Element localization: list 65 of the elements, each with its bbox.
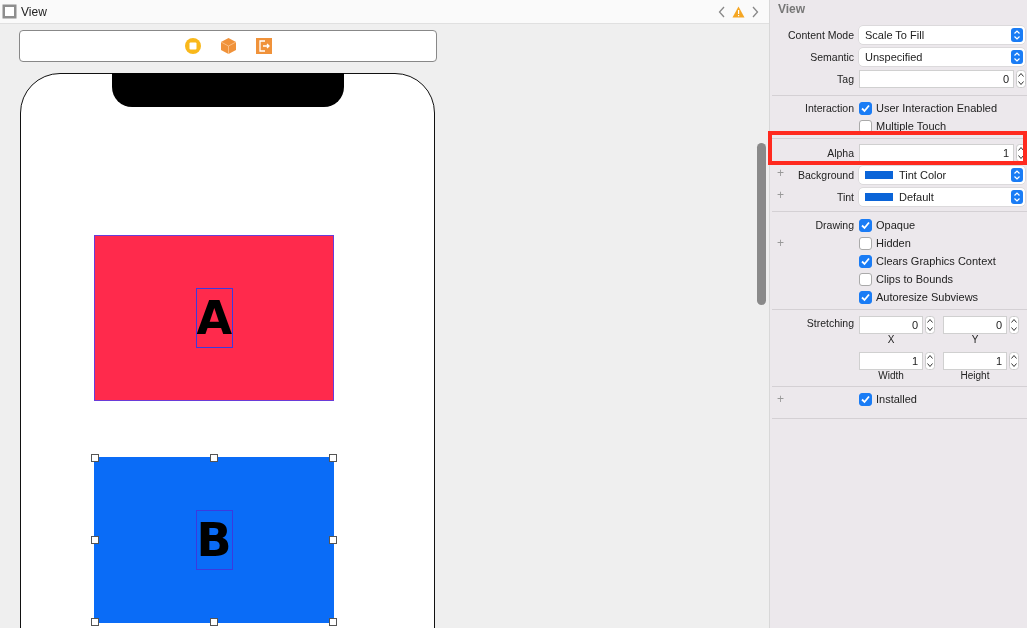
colored-view[interactable]: A bbox=[94, 235, 334, 401]
popup-arrows-icon bbox=[1011, 28, 1023, 42]
checkmark-icon bbox=[860, 102, 871, 114]
scrollbar-thumb[interactable] bbox=[757, 143, 766, 305]
color-swatch bbox=[865, 171, 893, 179]
checkbox[interactable]: User Interaction Enabled bbox=[859, 99, 998, 117]
popup-arrows-icon bbox=[1011, 168, 1023, 182]
resize-handle[interactable] bbox=[210, 618, 218, 626]
checkbox[interactable]: Multiple Touch bbox=[859, 117, 947, 135]
editor-title: View bbox=[21, 4, 47, 19]
checkbox[interactable]: Hidden bbox=[859, 234, 911, 252]
property-label: Drawing bbox=[815, 219, 854, 231]
property-label: Stretching bbox=[806, 317, 854, 329]
property-label: Semantic bbox=[810, 51, 854, 63]
property-label: Alpha bbox=[827, 147, 854, 159]
checkbox[interactable]: Installed bbox=[859, 390, 917, 408]
popup-button[interactable]: Unspecified bbox=[859, 48, 1025, 66]
popup-arrows-icon bbox=[1011, 190, 1023, 204]
color-swatch bbox=[865, 193, 893, 201]
number-field[interactable]: 0 bbox=[859, 70, 1014, 88]
checkbox[interactable]: Clears Graphics Context bbox=[859, 252, 996, 270]
popup-button[interactable]: Default bbox=[859, 188, 1025, 206]
checkbox[interactable]: Clips to Bounds bbox=[859, 270, 954, 288]
checkmark-icon bbox=[860, 393, 871, 405]
field-caption: Height bbox=[959, 370, 991, 382]
property-label: Tint bbox=[836, 191, 854, 203]
inspector-title: View bbox=[777, 1, 807, 18]
property-label: Content Mode bbox=[788, 29, 854, 41]
colored-view[interactable]: B bbox=[94, 457, 334, 623]
checkmark-icon bbox=[860, 255, 871, 267]
resize-handle[interactable] bbox=[329, 454, 337, 462]
property-label: Tag bbox=[837, 73, 854, 85]
resize-handle[interactable] bbox=[91, 454, 99, 462]
popup-button[interactable]: Tint Color bbox=[859, 166, 1025, 184]
property-label: Interaction bbox=[804, 102, 854, 114]
resize-handle[interactable] bbox=[329, 536, 337, 544]
number-field[interactable]: 1 bbox=[859, 352, 923, 370]
checkbox[interactable]: Opaque bbox=[859, 216, 916, 234]
field-caption: Y bbox=[970, 334, 980, 346]
number-field[interactable]: 0 bbox=[943, 316, 1007, 334]
number-field[interactable]: 1 bbox=[859, 144, 1014, 162]
stepper-icon[interactable] bbox=[1016, 144, 1026, 162]
stepper-icon[interactable] bbox=[1016, 70, 1026, 88]
checkbox[interactable]: Autoresize Subviews bbox=[859, 288, 979, 306]
stepper-icon[interactable] bbox=[925, 316, 935, 334]
resize-handle[interactable] bbox=[329, 618, 337, 626]
popup-arrows-icon bbox=[1011, 50, 1023, 64]
field-caption: X bbox=[886, 334, 896, 346]
view-label[interactable]: B bbox=[195, 510, 233, 570]
checkmark-icon bbox=[860, 219, 871, 231]
forward-chevron-icon[interactable] bbox=[751, 5, 759, 18]
checkmark-icon bbox=[860, 291, 871, 303]
field-caption: Width bbox=[877, 370, 905, 382]
resize-handle[interactable] bbox=[210, 454, 218, 462]
resize-handle[interactable] bbox=[91, 536, 99, 544]
back-chevron-icon[interactable] bbox=[718, 5, 726, 18]
resize-handle[interactable] bbox=[91, 618, 99, 626]
stepper-icon[interactable] bbox=[925, 352, 935, 370]
property-label: Background bbox=[797, 169, 854, 181]
stepper-icon[interactable] bbox=[1009, 316, 1019, 334]
number-field[interactable]: 1 bbox=[943, 352, 1007, 370]
stepper-icon[interactable] bbox=[1009, 352, 1019, 370]
view-label[interactable]: A bbox=[195, 288, 233, 348]
popup-button[interactable]: Scale To Fill bbox=[859, 26, 1025, 44]
number-field[interactable]: 0 bbox=[859, 316, 923, 334]
